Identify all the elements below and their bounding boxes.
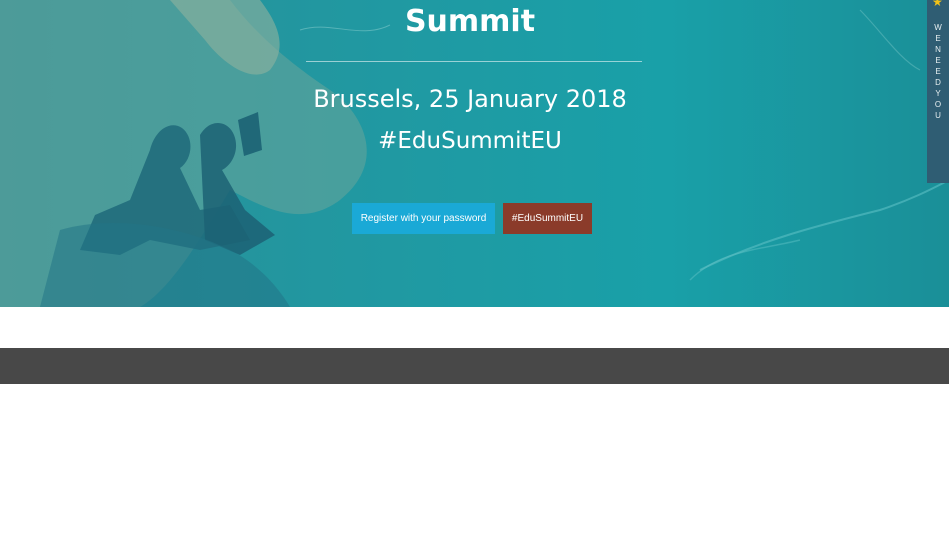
side-feedback-tab[interactable]: ★ WE NEED YOU	[927, 0, 949, 183]
page-title: Summit	[404, 4, 536, 39]
event-hashtag: #EduSummitEU	[378, 128, 562, 154]
hashtag-button[interactable]: #EduSummitEU	[503, 203, 592, 234]
footer-bar	[0, 348, 949, 384]
side-tab-label: WE NEED YOU	[934, 23, 942, 120]
title-divider	[306, 61, 642, 62]
star-icon: ★	[932, 0, 943, 9]
event-date: Brussels, 25 January 2018	[313, 85, 627, 113]
register-button[interactable]: Register with your password	[352, 203, 495, 234]
hero-banner: Summit Brussels, 25 January 2018 #EduSum…	[0, 0, 949, 307]
